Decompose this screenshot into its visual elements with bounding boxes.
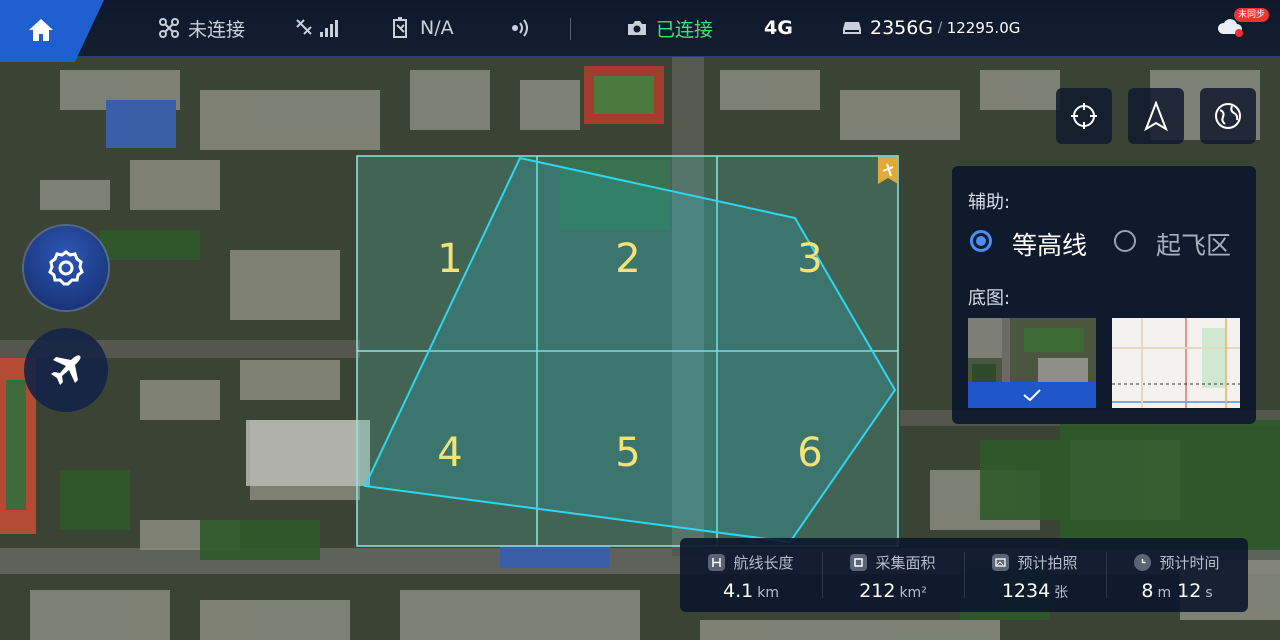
grid-cell-number: 2 [615, 236, 640, 282]
stat-label: 采集面积 [875, 554, 936, 572]
stat-unit: km [757, 585, 779, 601]
stat-unit: s [1205, 585, 1213, 601]
mission-stats-bar: 航线长度 4.1 km 采集面积 212 km² 预计拍照 1234 张 预计时间 8… [680, 538, 1248, 612]
network-status: 4G [764, 17, 793, 39]
stat-label: 航线长度 [733, 554, 794, 572]
photo-icon [992, 554, 1010, 571]
time-stat: 预计时间 8 m 12 s [1106, 538, 1248, 612]
compass-button[interactable] [1128, 88, 1184, 144]
selected-indicator [968, 382, 1096, 408]
drone-icon [158, 17, 180, 39]
stat-unit: 张 [1054, 585, 1069, 601]
grid-cell-number: 6 [797, 430, 822, 476]
drone-status: 未连接 [158, 0, 245, 56]
grid-cell-number: 4 [437, 430, 462, 476]
storage-total: 12295.0G [946, 19, 1021, 37]
stat-label: 预计拍照 [1017, 554, 1078, 572]
area-icon [850, 554, 868, 571]
assist-label: 辅助: [968, 192, 1011, 213]
area-stat: 采集面积 212 km² [822, 538, 964, 612]
north-arrow-icon [1144, 101, 1168, 131]
stat-value: 12 [1177, 580, 1202, 602]
storage-separator: / [933, 20, 947, 36]
camera-status: 已连接 [626, 0, 713, 56]
gear-icon [48, 250, 84, 286]
airplane-icon [51, 355, 81, 385]
locate-button[interactable] [1056, 88, 1112, 144]
satellite-signal-icon [294, 17, 344, 39]
camera-icon [626, 19, 648, 37]
settings-button[interactable] [24, 226, 108, 310]
signal-status [294, 0, 352, 56]
flight-button[interactable] [24, 328, 108, 412]
stat-label: 预计时间 [1159, 554, 1220, 572]
battery-status: N/A [392, 0, 454, 56]
sync-badge: 未同步 [1234, 8, 1270, 22]
stat-value: 1234 [1001, 580, 1051, 602]
storage-used: 2356G [870, 17, 934, 39]
takeoff-radio[interactable] [1114, 230, 1136, 252]
stat-value: 8 [1141, 580, 1154, 602]
home-button[interactable] [0, 0, 104, 62]
wireless-icon [506, 18, 530, 38]
drone-status-text: 未连接 [188, 18, 246, 41]
grid-cell-number: 3 [797, 236, 822, 282]
stat-value: 212 [859, 580, 896, 602]
route-length-stat: 航线长度 4.1 km [680, 538, 822, 612]
globe-icon [1215, 103, 1241, 129]
stat-value: 4.1 [723, 580, 754, 602]
crosshair-icon [1071, 103, 1097, 129]
grid-cell-number: 1 [437, 236, 462, 282]
basemap-label: 底图: [968, 288, 1011, 309]
checkmark-icon [1023, 389, 1041, 402]
street-basemap-thumbnail[interactable] [1112, 318, 1240, 408]
battery-value: N/A [420, 17, 454, 39]
storage-status: 2356G / 12295.0G [842, 0, 1020, 56]
stat-unit: m [1157, 585, 1172, 601]
battery-icon [392, 17, 412, 39]
contour-label[interactable]: 等高线 [1012, 226, 1087, 262]
map-layer-button[interactable] [1200, 88, 1256, 144]
contour-radio[interactable] [970, 230, 992, 252]
camera-status-text: 已连接 [656, 18, 714, 41]
storage-icon [842, 20, 862, 36]
stat-unit: km² [899, 585, 927, 601]
grid-cell-number: 5 [615, 430, 640, 476]
photo-count-stat: 预计拍照 1234 张 [964, 538, 1106, 612]
divider [570, 18, 571, 40]
clock-icon [1134, 554, 1152, 571]
ruler-icon [708, 554, 726, 571]
top-status-bar: 未连接 N/A 已连接 4G 2356G / 12295.0G 未同步 [0, 0, 1280, 62]
wireless-status [506, 0, 538, 56]
takeoff-label[interactable]: 起飞区 [1156, 226, 1231, 262]
home-icon [29, 19, 53, 41]
